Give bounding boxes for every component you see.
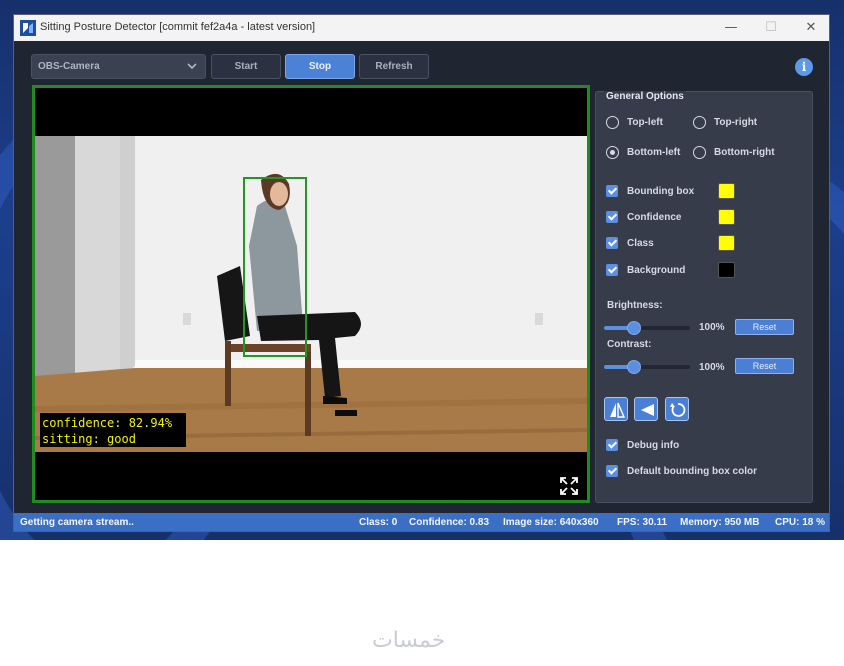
window-title: Sitting Posture Detector [commit fef2a4a… [40,21,316,33]
camera-view: confidence: 82.94% sitting: good [32,85,590,503]
default-bbox-color-checkbox[interactable]: Default bounding box color [606,465,757,477]
brightness-label: Brightness: [607,300,663,311]
class-checkbox-indicator [606,237,618,249]
brightness-slider-handle[interactable] [627,321,642,335]
flip-horizontal-icon [610,402,626,418]
radio-bottom-right-label: Bottom-right [714,147,775,158]
flip-horizontal-button[interactable] [604,397,628,421]
background-checkbox-indicator [606,264,618,276]
bounding-box-checkbox-indicator [606,185,618,197]
app-window: Sitting Posture Detector [commit fef2a4a… [13,14,830,532]
radio-bottom-left[interactable]: Bottom-left [606,146,680,159]
radio-bottom-right-indicator [693,146,706,159]
expand-icon[interactable] [559,476,579,496]
bounding-box-color-swatch[interactable] [718,183,735,199]
radio-bottom-right[interactable]: Bottom-right [693,146,775,159]
radio-top-right[interactable]: Top-right [693,116,757,129]
status-image-size: Image size: 640x360 [503,517,599,528]
radio-top-right-label: Top-right [714,117,758,128]
general-options-panel: General Options Top-left Top-right Botto… [595,91,813,503]
brightness-slider[interactable] [604,321,690,335]
bounding-box-label: Bounding box [627,185,695,197]
contrast-slider-handle[interactable] [627,360,642,374]
class-checkbox[interactable]: Class [606,237,654,249]
flip-vertical-button[interactable] [634,397,658,421]
app-logo-icon [20,20,36,36]
status-message: Getting camera stream.. [20,517,134,528]
minimize-button[interactable]: — [720,19,742,37]
contrast-slider[interactable] [604,360,690,374]
confidence-label: Confidence [627,211,682,223]
rotate-button[interactable] [665,397,689,421]
default-bbox-color-checkbox-indicator [606,465,618,477]
status-bar: Getting camera stream.. Class: 0 Confide… [14,513,829,531]
flip-vertical-icon [641,404,654,416]
debug-info-checkbox-indicator [606,439,618,451]
background-color-swatch[interactable] [718,262,735,278]
background-checkbox[interactable]: Background [606,264,685,276]
status-cpu: CPU: 18 % [775,517,826,528]
status-fps: FPS: 30.11 [617,517,668,528]
radio-top-left-label: Top-left [627,117,663,128]
overlay-sitting-text: sitting: good [42,432,136,446]
debug-info-checkbox[interactable]: Debug info [606,439,679,451]
radio-top-left-indicator [606,116,619,129]
confidence-color-swatch[interactable] [718,209,735,225]
radio-top-right-indicator [693,116,706,129]
brightness-value: 100% [699,322,725,333]
chevron-down-icon [187,63,197,70]
detection-overlay: confidence: 82.94% sitting: good [40,413,186,447]
class-label: Class [627,237,654,249]
brightness-reset-button[interactable]: Reset [735,319,794,335]
default-bbox-color-label: Default bounding box color [627,465,757,477]
title-bar: Sitting Posture Detector [commit fef2a4a… [14,15,829,41]
camera-frame [35,136,587,452]
contrast-reset-button[interactable]: Reset [735,358,794,374]
toolbar: OBS-Camera Start Stop Refresh i [14,41,829,81]
detection-bounding-box [243,177,307,357]
radio-bottom-left-indicator [606,146,619,159]
radio-bottom-left-label: Bottom-left [627,147,681,158]
camera-select-value: OBS-Camera [38,61,100,72]
bounding-box-checkbox[interactable]: Bounding box [606,185,694,197]
maximize-button[interactable]: ☐ [760,19,782,37]
radio-top-left[interactable]: Top-left [606,116,663,129]
background-label: Background [627,264,686,276]
overlay-confidence-text: confidence: 82.94% [42,416,173,430]
watermark-text: خمسات [372,628,446,653]
confidence-checkbox-indicator [606,211,618,223]
status-class: Class: 0 [359,517,398,528]
close-button[interactable]: ✕ [800,19,822,37]
confidence-checkbox[interactable]: Confidence [606,211,681,223]
status-memory: Memory: 950 MB [680,517,760,528]
refresh-button[interactable]: Refresh [359,54,429,79]
contrast-value: 100% [699,362,725,373]
rotate-icon [670,403,686,417]
camera-select[interactable]: OBS-Camera [31,54,206,79]
debug-info-label: Debug info [627,439,680,451]
contrast-label: Contrast: [607,339,652,350]
class-color-swatch[interactable] [718,235,735,251]
stop-button[interactable]: Stop [285,54,355,79]
start-button[interactable]: Start [211,54,281,79]
panel-title: General Options [604,91,686,102]
info-icon[interactable]: i [795,58,813,76]
status-confidence: Confidence: 0.83 [409,517,490,528]
